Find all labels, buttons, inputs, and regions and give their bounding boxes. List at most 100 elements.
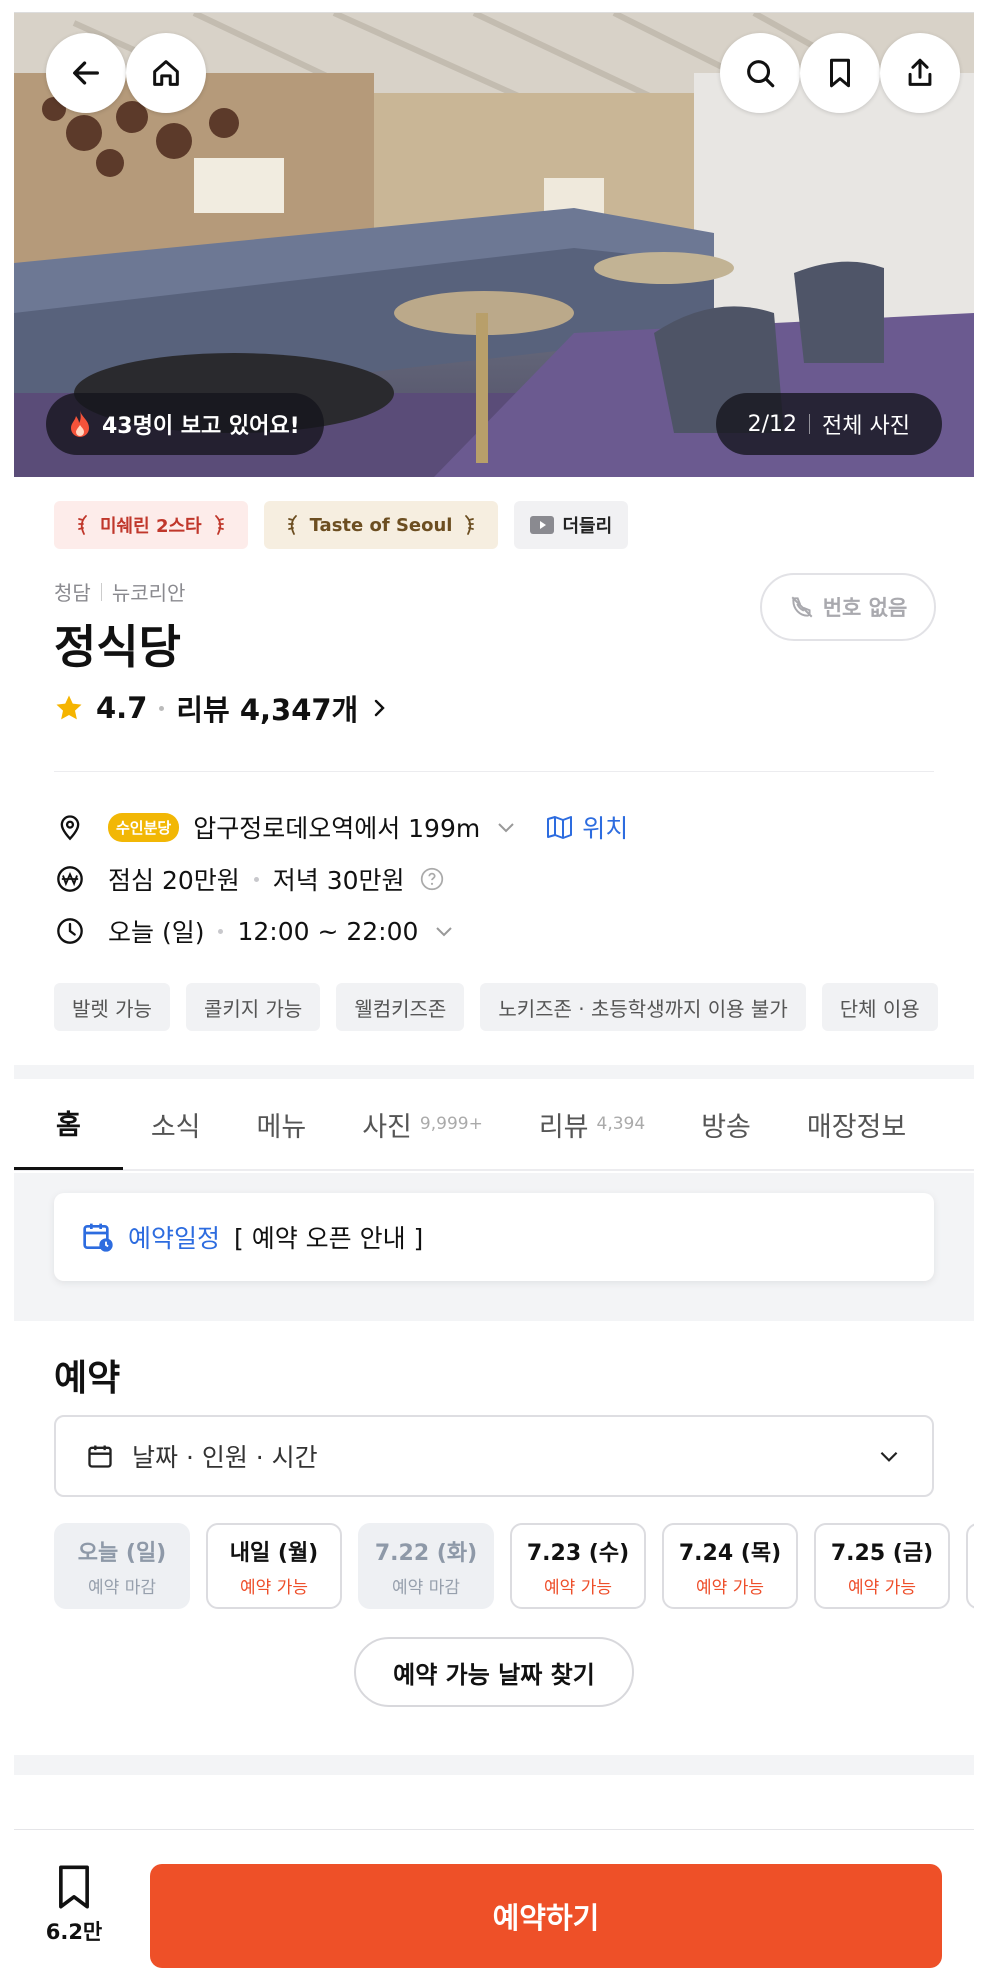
date-option[interactable]: 7.23 (수) 예약 가능 — [510, 1523, 646, 1609]
section-spacer — [14, 1755, 974, 1775]
map-pin-icon — [54, 811, 86, 843]
chevron-right-icon — [375, 699, 385, 717]
play-video-icon — [530, 516, 555, 534]
clock-icon — [54, 915, 86, 947]
date-option[interactable]: 내일 (월) 예약 가능 — [206, 1523, 342, 1609]
chevron-down-icon — [436, 927, 453, 937]
price-row: 점심 20만원 저녁 30만원 — [54, 861, 445, 897]
tab-store-info[interactable]: 매장정보 — [779, 1078, 934, 1170]
date-option[interactable]: 7.22 (화) 예약 마감 — [358, 1523, 494, 1609]
reservation-notice[interactable]: 예약일정 [ 예약 오픈 안내 ] — [54, 1193, 934, 1281]
date-option[interactable]: 7.25 (금) 예약 가능 — [814, 1523, 950, 1609]
feature-chips: 발렛 가능 콜키지 가능 웰컴키즈존 노키즈존 · 초등학생까지 이용 불가 단… — [54, 983, 938, 1031]
save-button[interactable]: 6.2만 — [42, 1864, 106, 1946]
tab-news[interactable]: 소식 — [123, 1078, 229, 1170]
michelin-badge[interactable]: 미쉐린 2스타 — [54, 501, 248, 549]
share-icon — [908, 58, 932, 86]
feature-chip[interactable]: 발렛 가능 — [54, 983, 170, 1031]
restaurant-page: 43명이 보고 있어요! 2/12 전체 사진 미쉐린 2스타 Taste of… — [14, 12, 974, 1974]
home-button[interactable] — [126, 33, 206, 113]
notice-label: 예약일정 — [128, 1224, 221, 1253]
back-button[interactable] — [46, 33, 126, 113]
calendar-clock-icon — [83, 1223, 113, 1252]
feature-chip[interactable]: 웰컴키즈존 — [336, 983, 465, 1031]
hours-row[interactable]: 오늘 (일) 12:00 ~ 22:00 — [54, 913, 456, 949]
michelin-label: 미쉐린 2스타 — [100, 516, 202, 537]
divider — [100, 582, 102, 601]
location-map-link[interactable]: 위치 — [546, 809, 628, 845]
laurel-right-icon — [214, 515, 224, 535]
reservation-picker[interactable]: 날짜 · 인원 · 시간 — [54, 1415, 934, 1497]
picker-label: 날짜 · 인원 · 시간 — [132, 1443, 318, 1472]
search-icon — [747, 60, 775, 88]
location-link-label: 위치 — [582, 814, 629, 843]
map-icon — [547, 816, 573, 839]
date-option[interactable]: 7.24 (목) 예약 가능 — [662, 1523, 798, 1609]
laurel-left-icon — [78, 515, 87, 535]
feature-chip[interactable]: 노키즈존 · 초등학생까지 이용 불가 — [480, 983, 806, 1031]
find-available-dates-button[interactable]: 예약 가능 날짜 찾기 — [354, 1637, 634, 1707]
location-row: 수인분당 압구정로데오역에서 199m 위치 — [54, 809, 628, 845]
review-count[interactable]: 리뷰 4,347개 — [176, 687, 358, 729]
lunch-price: 점심 20만원 — [108, 866, 240, 895]
no-phone-label: 번호 없음 — [822, 596, 908, 620]
question-circle-icon[interactable] — [419, 866, 445, 892]
section-spacer — [14, 1065, 974, 1079]
review-tab-count: 4,394 — [596, 1114, 646, 1134]
no-phone-button[interactable]: 번호 없음 — [760, 573, 936, 641]
tab-broadcast[interactable]: 방송 — [673, 1078, 779, 1170]
chevron-down-icon[interactable] — [494, 815, 518, 839]
calendar-icon — [88, 1445, 112, 1468]
date-selector: 오늘 (일) 예약 마감 내일 (월) 예약 가능 7.22 (화) 예약 마감… — [54, 1523, 974, 1609]
rating-value: 4.7 — [96, 691, 148, 725]
reserve-button[interactable]: 예약하기 — [150, 1864, 942, 1968]
rating-row[interactable]: 4.7 리뷰 4,347개 — [54, 687, 390, 729]
taste-of-seoul-badge[interactable]: Taste of Seoul — [263, 501, 499, 549]
tab-menu[interactable]: 메뉴 — [229, 1078, 335, 1170]
separator-dot — [218, 928, 224, 934]
tab-home[interactable]: 홈 — [14, 1078, 123, 1170]
section-divider — [54, 771, 934, 772]
dinner-price: 저녁 30만원 — [272, 866, 405, 895]
search-button[interactable] — [720, 33, 800, 113]
distance-text: 압구정로데오역에서 199m — [193, 814, 481, 843]
bookmark-button[interactable] — [800, 33, 880, 113]
home-icon — [153, 60, 179, 86]
bottom-action-bar: 6.2만 예약하기 — [14, 1829, 974, 1974]
area-label: 청담 — [54, 581, 91, 605]
tab-photos[interactable]: 사진 9,999+ — [334, 1078, 511, 1170]
live-viewers-badge: 43명이 보고 있어요! — [46, 393, 324, 455]
video-badge[interactable]: 더들리 — [514, 501, 629, 549]
feature-chip[interactable]: 단체 이용 — [821, 983, 938, 1031]
restaurant-name: 정식당 — [54, 620, 181, 674]
date-option-partial[interactable] — [966, 1523, 974, 1609]
hero-photo[interactable]: 43명이 보고 있어요! 2/12 전체 사진 — [14, 13, 974, 477]
photo-counter: 2/12 — [747, 411, 798, 437]
divider — [809, 414, 811, 434]
detail-tabs: 홈 소식 메뉴 사진 9,999+ 리뷰 4,394 방송 매장정보 — [14, 1079, 974, 1171]
feature-chip[interactable]: 콜키지 가능 — [185, 983, 321, 1031]
separator-dot — [159, 705, 165, 711]
won-icon — [54, 863, 86, 895]
award-badges: 미쉐린 2스타 Taste of Seoul 더들리 — [54, 501, 629, 549]
save-count: 6.2만 — [45, 1920, 103, 1944]
area-cuisine: 청담 뉴코리안 — [54, 577, 185, 606]
today-label: 오늘 (일) — [108, 918, 205, 947]
date-option[interactable]: 오늘 (일) 예약 마감 — [54, 1523, 190, 1609]
tab-reviews[interactable]: 리뷰 4,394 — [511, 1078, 673, 1170]
bookmark-icon — [59, 1865, 89, 1909]
reservation-title: 예약 — [54, 1358, 121, 1399]
separator-dot — [253, 876, 259, 882]
video-label: 더들리 — [562, 516, 613, 537]
all-photos-button[interactable]: 2/12 전체 사진 — [715, 393, 942, 455]
subway-line-badge: 수인분당 — [108, 812, 180, 842]
cuisine-label: 뉴코리안 — [111, 581, 186, 605]
taste-label: Taste of Seoul — [309, 514, 453, 536]
share-button[interactable] — [880, 33, 960, 113]
live-viewers-text: 43명이 보고 있어요! — [102, 414, 300, 439]
bookmark-icon — [830, 58, 850, 88]
photo-count: 9,999+ — [419, 1114, 483, 1134]
chevron-down-icon — [880, 1451, 898, 1462]
laurel-left-icon — [287, 515, 297, 535]
arrow-left-icon — [73, 61, 99, 85]
